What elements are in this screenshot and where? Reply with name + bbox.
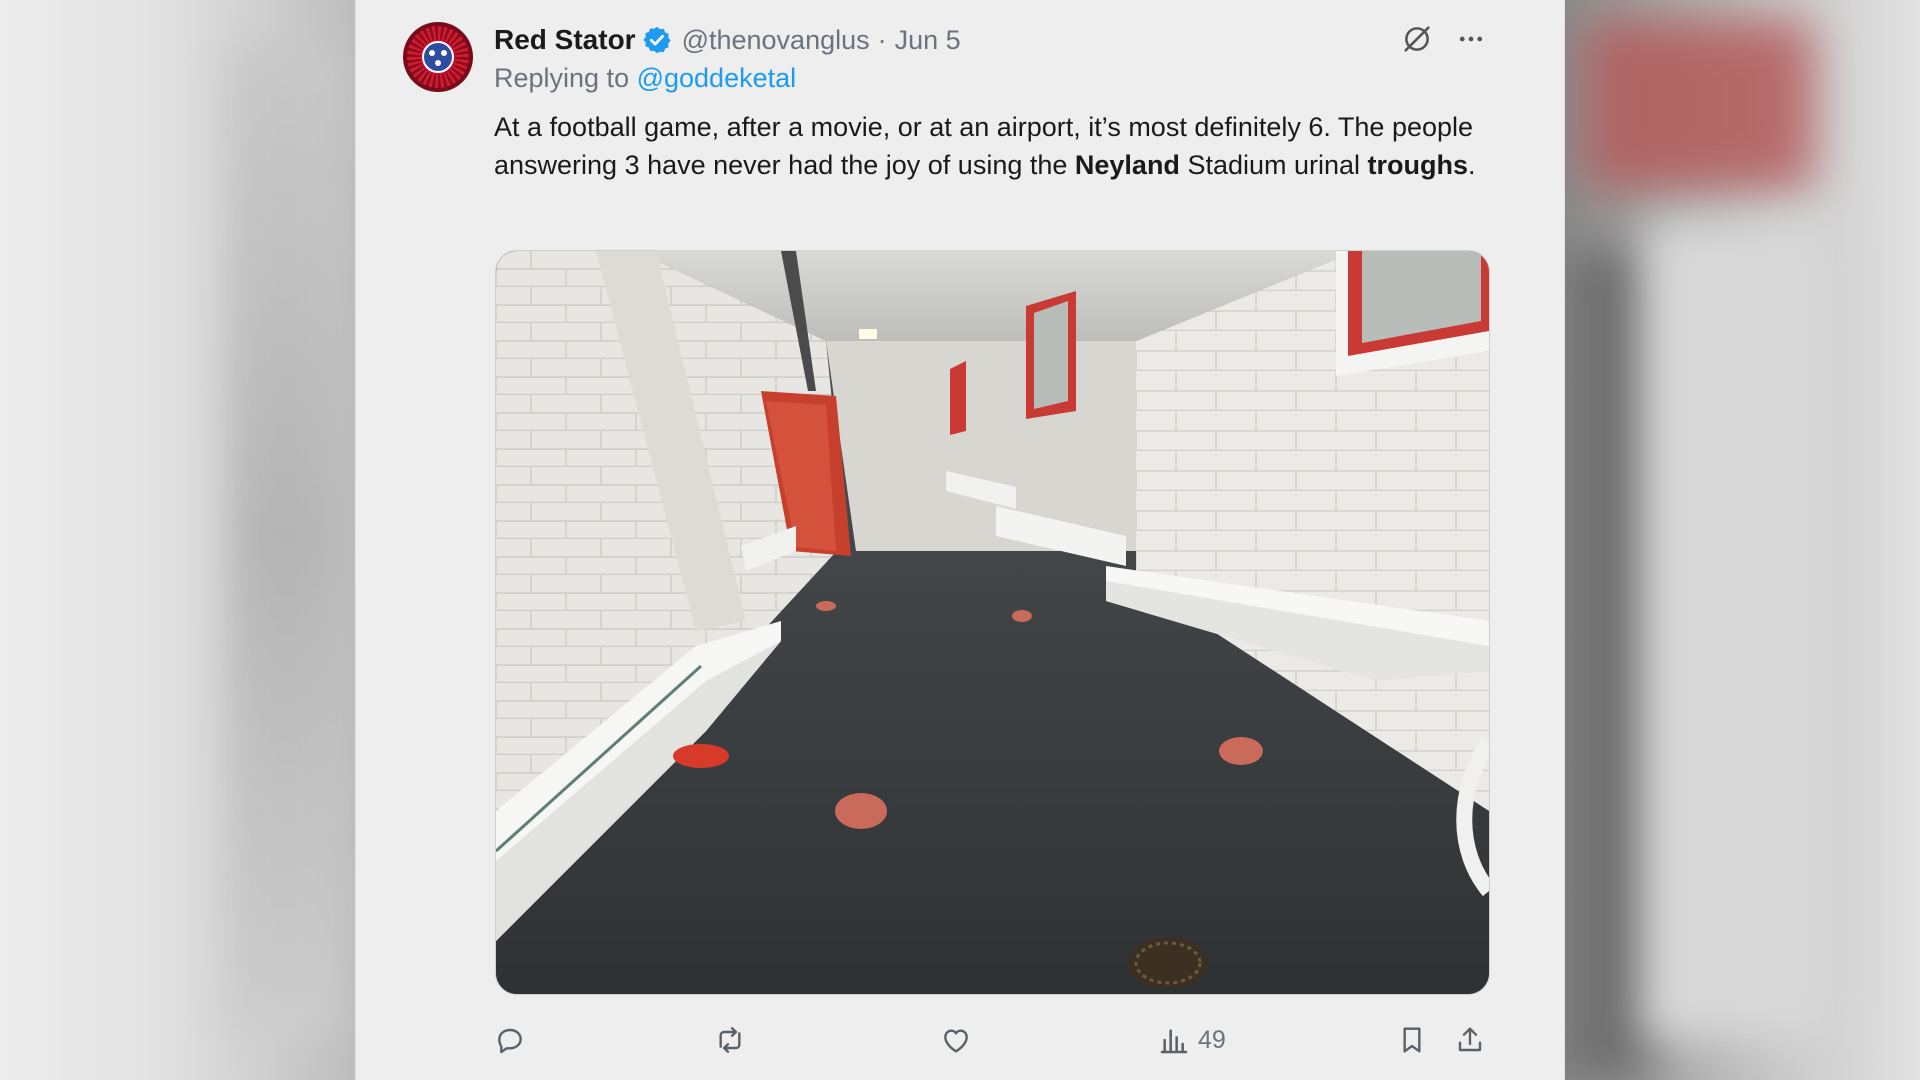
tweet-photo[interactable] — [495, 250, 1490, 995]
more-icon[interactable] — [1454, 24, 1488, 54]
like-button[interactable] — [940, 1018, 972, 1062]
user-handle[interactable]: @thenovanglus — [682, 25, 870, 56]
reply-button[interactable] — [494, 1018, 526, 1062]
replying-prefix: Replying to — [494, 63, 637, 93]
replying-to: Replying to @goddeketal — [494, 63, 796, 94]
retweet-icon — [719, 1027, 741, 1053]
grok-icon[interactable] — [1400, 22, 1434, 56]
tweet[interactable]: Red Stator @thenovanglus · Jun 5 Replyin… — [356, 0, 1564, 1080]
bookmark-icon — [1403, 1027, 1421, 1053]
tweet-text: At a football game, after a movie, or at… — [494, 108, 1494, 184]
retweet-button[interactable] — [714, 1018, 746, 1062]
display-name[interactable]: Red Stator — [494, 24, 636, 56]
tweet-header: Red Stator @thenovanglus · Jun 5 — [494, 20, 961, 60]
blurred-background-right — [1564, 0, 1920, 1080]
like-icon — [944, 1029, 968, 1053]
bookmark-button[interactable] — [1396, 1018, 1428, 1062]
views-count: 49 — [1198, 1025, 1226, 1054]
avatar[interactable] — [403, 22, 473, 92]
blurred-background-left — [0, 0, 356, 1080]
share-icon — [1458, 1027, 1482, 1052]
tweet-text-bold-1: Neyland — [1074, 150, 1180, 180]
views-button[interactable]: 49 — [1158, 1018, 1226, 1062]
header-separator: · — [877, 24, 887, 55]
replying-to-link[interactable]: @goddeketal — [637, 63, 797, 93]
tweet-text-bold-2: troughs — [1367, 150, 1469, 180]
views-icon — [1160, 1029, 1188, 1054]
tweet-text-part-3: . — [1468, 150, 1476, 180]
tweet-date[interactable]: Jun 5 — [895, 25, 961, 56]
tweet-actions: 49 — [494, 1018, 1494, 1062]
share-button[interactable] — [1454, 1018, 1486, 1062]
reply-icon — [498, 1028, 522, 1054]
tweet-text-part-2: Stadium urinal — [1179, 150, 1368, 180]
verified-badge-icon — [642, 26, 671, 54]
tweet-panel: Red Stator @thenovanglus · Jun 5 Replyin… — [356, 0, 1564, 1080]
restroom-photo-illustration — [496, 251, 1489, 994]
